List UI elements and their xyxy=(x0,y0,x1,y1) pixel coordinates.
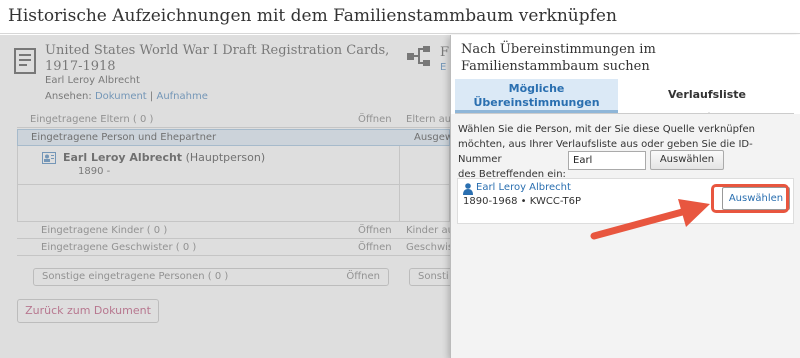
children-label: Eingetragene Kinder ( 0 ) xyxy=(41,225,168,236)
children-row: Eingetragene Kinder ( 0 ) Öffnen Kinder … xyxy=(17,223,454,239)
view-separator: | xyxy=(149,91,154,102)
document-icon xyxy=(14,48,36,74)
source-title: United States World War I Draft Registra… xyxy=(45,43,390,74)
select-id-button[interactable]: Auswählen xyxy=(650,150,724,170)
panel-tabs: Mögliche Übereinstimmungen Verlaufsliste xyxy=(455,79,794,118)
person-card-icon xyxy=(42,152,56,164)
view-links: Ansehen: Dokument | Aufnahme xyxy=(45,91,208,102)
tab-possible-matches[interactable]: Mögliche Übereinstimmungen xyxy=(455,79,618,113)
id-number-input[interactable] xyxy=(568,151,646,170)
parents-label: Eingetragene Eltern ( 0 ) xyxy=(30,114,154,125)
siblings-right-label: Geschwis xyxy=(406,242,454,253)
principal-person-name[interactable]: Earl Leroy Albrecht (Hauptperson) xyxy=(63,151,265,164)
other-persons-right-label: Sonsti xyxy=(418,271,449,282)
parents-row: Eingetragene Eltern ( 0 ) Öffnen Eltern … xyxy=(17,112,452,128)
siblings-row: Eingetragene Geschwister ( 0 ) Öffnen Ge… xyxy=(17,240,454,256)
view-image-link[interactable]: Aufnahme xyxy=(156,91,207,102)
parents-open-link[interactable]: Öffnen xyxy=(358,114,392,125)
principal-years: 1890 - xyxy=(78,166,111,177)
siblings-open-link[interactable]: Öffnen xyxy=(358,242,392,253)
page-header: Historische Aufzeichnungen mit dem Famil… xyxy=(0,0,800,34)
principal-person-box: Earl Leroy Albrecht (Hauptperson) 1890 - xyxy=(17,146,451,222)
other-persons-label: Sonstige eingetragene Personen ( 0 ) xyxy=(42,271,229,282)
instructions-line-1: Wählen Sie die Person, mit der Sie diese… xyxy=(458,124,755,135)
view-document-link[interactable]: Dokument xyxy=(95,91,147,102)
view-label: Ansehen: xyxy=(45,91,92,102)
parents-right-label: Eltern au xyxy=(406,114,452,125)
annotation-arrow-icon xyxy=(590,199,710,240)
siblings-label: Eingetragene Geschwister ( 0 ) xyxy=(41,242,197,253)
spouse-label: Eingetragene Person und Ehepartner xyxy=(31,132,217,143)
panel-title: Nach Übereinstimmungen im Familienstammb… xyxy=(461,42,656,74)
principal-name-text: Earl Leroy Albrecht xyxy=(63,151,183,164)
principal-role: (Hauptperson) xyxy=(185,151,266,164)
tree-title-partial: F xyxy=(440,45,450,60)
result-person-meta: 1890-1968 • KWCC-T6P xyxy=(463,196,582,207)
box-divider-horizontal xyxy=(18,184,451,185)
other-persons-open-link[interactable]: Öffnen xyxy=(346,271,380,282)
source-person: Earl Leroy Albrecht xyxy=(45,75,140,86)
tab-history-list[interactable]: Verlaufsliste xyxy=(620,79,794,113)
other-persons-box: Sonstige eingetragene Personen ( 0 ) Öff… xyxy=(33,268,389,286)
person-icon xyxy=(463,183,473,195)
family-tree-icon xyxy=(407,46,430,66)
spouse-right-label: Ausgew xyxy=(414,132,454,143)
page-title: Historische Aufzeichnungen mit dem Famil… xyxy=(8,6,617,26)
annotation-highlight-box xyxy=(711,184,789,213)
result-person-name[interactable]: Earl Leroy Albrecht xyxy=(476,182,571,193)
children-right-label: Kinder au xyxy=(406,225,454,236)
children-open-link[interactable]: Öffnen xyxy=(358,225,392,236)
back-to-document-button[interactable]: Zurück zum Dokument xyxy=(17,299,159,323)
spouse-header: Eingetragene Person und Ehepartner Ausge… xyxy=(17,129,454,146)
tree-link-partial[interactable]: E xyxy=(440,62,446,73)
